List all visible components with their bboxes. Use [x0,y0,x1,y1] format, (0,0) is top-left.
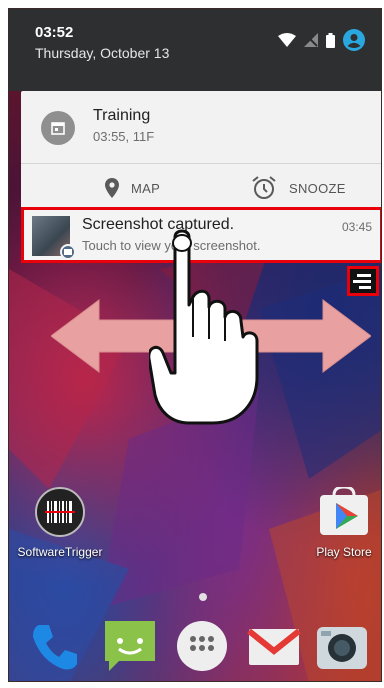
account-icon[interactable] [343,29,365,51]
hand-pointer-icon [149,229,259,425]
app-label: SoftwareTrigger [17,545,103,559]
phone-screen: 03:52 Thursday, October 13 Training 03:5… [8,8,382,682]
notification-title: Training [93,107,151,124]
clock-time: 03:52 [35,24,74,41]
snooze-action-button[interactable]: SNOOZE [251,171,346,205]
gmail-icon[interactable] [247,619,301,673]
notification-subtitle: 03:55, 11F [93,129,155,144]
play-store-icon [320,487,368,535]
wifi-icon [278,33,296,47]
play-store-app[interactable]: Play Store [299,487,381,559]
clear-all-button[interactable] [347,266,379,296]
app-dock [9,613,381,681]
software-trigger-app[interactable]: SoftwareTrigger [15,487,105,559]
image-badge-icon [60,244,76,260]
divider [21,163,381,164]
calendar-icon [41,111,75,145]
date-label: Thursday, October 13 [35,45,170,61]
snooze-action-label: SNOOZE [289,180,346,196]
battery-icon [326,32,335,48]
app-drawer-icon[interactable] [175,619,229,673]
notification-shade-header: 03:52 Thursday, October 13 [9,9,381,91]
phone-icon[interactable] [27,619,81,673]
barcode-icon [35,487,85,537]
map-action-button[interactable]: MAP [105,171,160,205]
calendar-notification[interactable]: Training 03:55, 11F MAP SNOOZE [21,91,381,213]
camera-icon[interactable] [315,619,369,673]
location-pin-icon [105,178,119,198]
app-label: Play Store [316,545,372,559]
no-signal-icon [304,33,318,47]
alarm-clock-icon [252,176,276,199]
messaging-icon[interactable] [103,619,157,673]
status-icons [278,29,365,51]
notification-time: 03:45 [341,220,372,234]
page-indicator [199,593,207,601]
map-action-label: MAP [131,180,161,196]
